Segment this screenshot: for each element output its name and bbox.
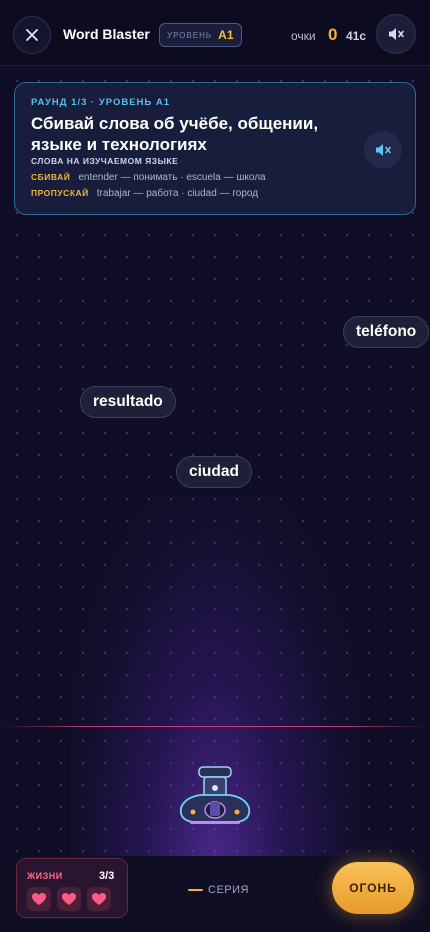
instruction-card: РАУНД 1/3 · УРОВЕНЬ A1 Сбивай слова об у…	[14, 82, 416, 215]
level-value: A1	[218, 28, 234, 42]
round-indicator: РАУНД 1/3 · УРОВЕНЬ A1	[31, 97, 171, 108]
task-title: Сбивай слова об учёбе, общении, языке и …	[31, 114, 319, 154]
task-subtitle: СЛОВА НА ИЗУЧАЕМОМ ЯЗЫКЕ	[31, 156, 179, 166]
skip-rule: ПРОПУСКАЙ trabajar — работа · ciudad — г…	[31, 188, 258, 199]
card-audio-button[interactable]	[364, 131, 402, 169]
streak-bar	[188, 889, 203, 891]
heart-icon	[57, 887, 81, 911]
lives-count: 3/3	[99, 870, 115, 882]
cannon-icon	[179, 766, 251, 824]
mute-button[interactable]	[376, 14, 416, 54]
shoot-tag: СБИВАЙ	[31, 172, 71, 182]
heart-icon	[87, 887, 111, 911]
falling-word[interactable]: resultado	[80, 386, 176, 418]
skip-examples: trabajar — работа · ciudad — город	[96, 188, 259, 199]
danger-line	[0, 726, 430, 727]
score-value: 0	[328, 25, 338, 44]
score-label: очки	[291, 29, 316, 43]
lives-label: ЖИЗНИ	[27, 871, 63, 881]
bottom-bar: ЖИЗНИ 3/3 СЕРИЯ ОГОНЬ	[0, 856, 430, 932]
app-title: Word Blaster	[63, 26, 150, 42]
skip-tag: ПРОПУСКАЙ	[31, 188, 89, 198]
close-icon	[26, 29, 38, 41]
close-button[interactable]	[13, 16, 51, 54]
level-badge: УРОВЕНЬ A1	[159, 23, 242, 47]
fire-button[interactable]: ОГОНЬ	[332, 862, 414, 914]
lives-panel: ЖИЗНИ 3/3	[16, 858, 128, 918]
falling-word[interactable]: teléfono	[343, 316, 430, 348]
speaker-muted-icon	[376, 144, 391, 156]
top-bar: Word Blaster УРОВЕНЬ A1 очки 0 41с	[0, 0, 430, 66]
streak-indicator: СЕРИЯ	[188, 884, 249, 896]
shoot-rule: СБИВАЙ entender — понимать · escuela — ш…	[31, 172, 266, 183]
falling-word[interactable]: ciudad	[176, 456, 252, 488]
speaker-muted-icon	[389, 28, 404, 40]
shoot-examples: entender — понимать · escuela — школа	[78, 172, 266, 183]
hearts-row	[27, 887, 111, 911]
timer: 41с	[346, 29, 367, 43]
heart-icon	[27, 887, 51, 911]
level-label: УРОВЕНЬ	[167, 30, 213, 40]
streak-label: СЕРИЯ	[208, 884, 249, 896]
